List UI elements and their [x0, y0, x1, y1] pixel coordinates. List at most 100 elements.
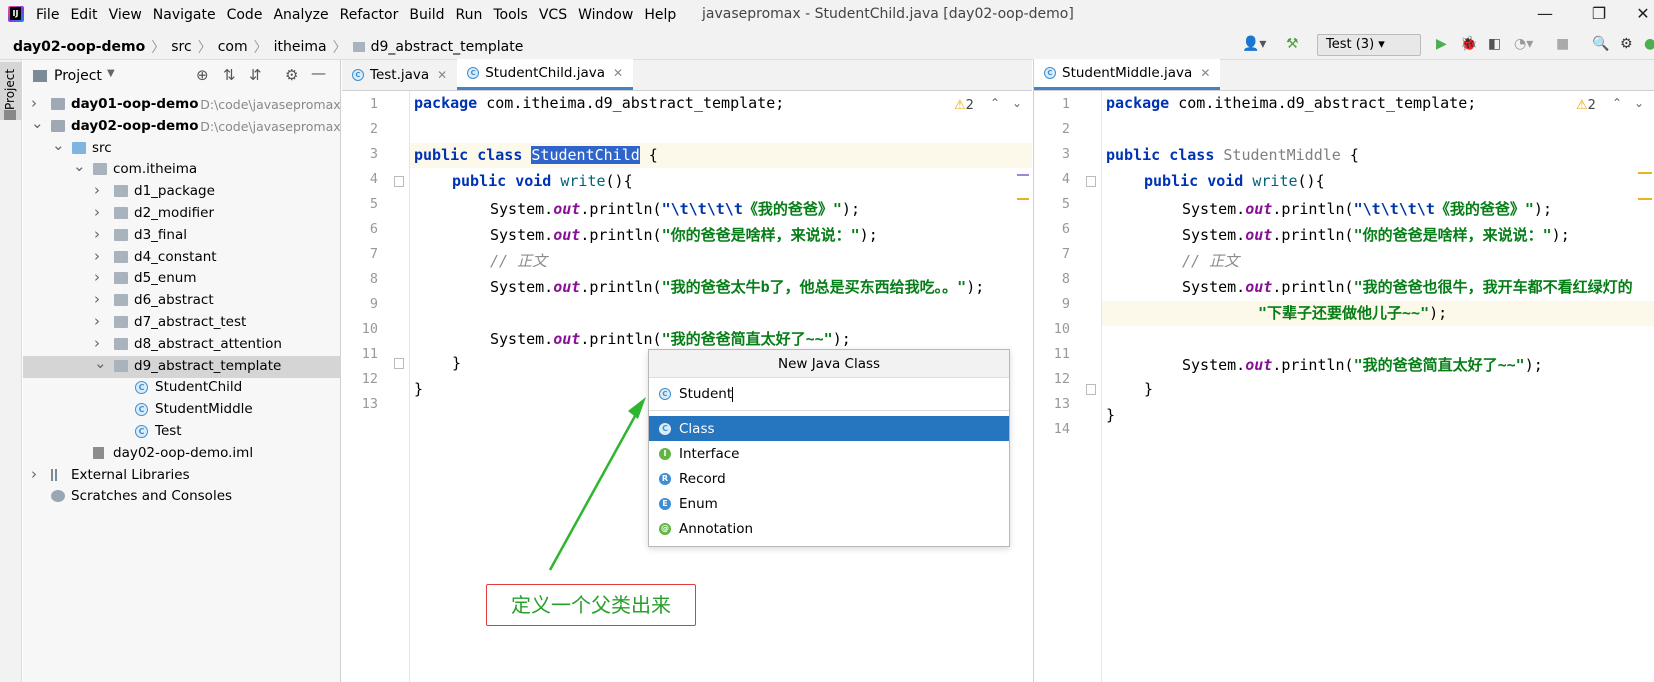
- close-tab-icon[interactable]: ✕: [437, 68, 447, 82]
- build-hammer-icon[interactable]: ⚒: [1286, 36, 1299, 52]
- update-icon[interactable]: ●: [1644, 36, 1654, 52]
- class-name-input[interactable]: C Student: [649, 378, 1009, 411]
- debug-icon[interactable]: 🐞: [1460, 36, 1477, 52]
- chevron-right-icon[interactable]: ›: [31, 465, 37, 483]
- tree-item[interactable]: › d1_package: [23, 181, 341, 203]
- menu-file[interactable]: File: [36, 7, 59, 23]
- chevron-down-icon[interactable]: ⌄: [52, 138, 65, 154]
- expand-all-icon[interactable]: ⇅: [223, 66, 236, 84]
- chevron-down-icon[interactable]: ⌄: [31, 116, 44, 132]
- stop-icon[interactable]: ■: [1556, 36, 1569, 52]
- menu-analyze[interactable]: Analyze: [273, 7, 328, 23]
- tab-studentmiddle-java[interactable]: C StudentMiddle.java ✕: [1034, 59, 1221, 90]
- locate-icon[interactable]: ⊕: [196, 66, 209, 84]
- code-line-12[interactable]: }: [414, 380, 423, 398]
- chevron-right-icon[interactable]: ›: [94, 225, 100, 243]
- close-tab-icon[interactable]: ✕: [1200, 66, 1210, 80]
- warning-indicator[interactable]: ⚠2: [954, 98, 974, 113]
- tree-item[interactable]: C Test: [23, 421, 341, 443]
- chevron-right-icon[interactable]: ›: [94, 334, 100, 352]
- tree-item[interactable]: › day01-oop-demo D:\code\javasepromax\: [23, 94, 341, 116]
- profile-icon[interactable]: ◔▾: [1514, 36, 1533, 52]
- warning-indicator[interactable]: ⚠2: [1576, 98, 1596, 113]
- run-icon[interactable]: ▶: [1436, 36, 1447, 52]
- tree-item[interactable]: › d3_final: [23, 225, 341, 247]
- menu-edit[interactable]: Edit: [70, 7, 97, 23]
- chevron-down-icon[interactable]: ⌄: [1634, 96, 1644, 110]
- fold-icon[interactable]: [394, 358, 404, 369]
- tab-studentchild-java[interactable]: C StudentChild.java ✕: [457, 59, 634, 90]
- tree-item[interactable]: › External Libraries: [23, 465, 341, 487]
- tree-item[interactable]: › d2_modifier: [23, 203, 341, 225]
- menu-navigate[interactable]: Navigate: [153, 7, 216, 23]
- code-line-9[interactable]: "下辈子还要做他儿子~~");: [1258, 302, 1447, 323]
- code-line-1[interactable]: package com.itheima.d9_abstract_template…: [414, 94, 784, 112]
- collapse-all-icon[interactable]: ⇵: [249, 66, 262, 84]
- maximize-icon[interactable]: ❐: [1588, 4, 1610, 23]
- code-line-8[interactable]: System.out.println("我的爸爸太牛b了，他总是买东西给我吃。。…: [490, 276, 984, 297]
- menu-tools[interactable]: Tools: [493, 7, 528, 23]
- kind-item-class[interactable]: C Class: [649, 416, 1009, 441]
- breadcrumb-src[interactable]: src: [171, 39, 191, 55]
- fold-icon[interactable]: [1086, 176, 1096, 187]
- menu-vcs[interactable]: VCS: [539, 7, 567, 23]
- code-line-3[interactable]: public class StudentMiddle {: [1106, 146, 1359, 164]
- breadcrumb-package[interactable]: d9_abstract_template: [371, 39, 524, 55]
- chevron-down-icon[interactable]: ⌄: [1012, 96, 1022, 110]
- breadcrumb-com[interactable]: com: [218, 39, 248, 55]
- tree-item[interactable]: ⌄ day02-oop-demo D:\code\javasepromax\: [23, 116, 341, 138]
- project-view-label[interactable]: Project: [54, 68, 102, 84]
- chevron-right-icon[interactable]: ›: [94, 247, 100, 265]
- tree-item[interactable]: day02-oop-demo.iml: [23, 443, 341, 465]
- gear-icon[interactable]: ⚙: [285, 66, 298, 84]
- chevron-down-icon[interactable]: ⌄: [94, 356, 107, 372]
- run-configuration-select[interactable]: Test (3) ▾: [1317, 34, 1421, 56]
- coverage-icon[interactable]: ◧: [1488, 36, 1501, 52]
- chevron-up-icon[interactable]: ⌃: [1612, 96, 1622, 110]
- tree-item[interactable]: › d6_abstract: [23, 290, 341, 312]
- code-line-6[interactable]: System.out.println("你的爸爸是啥样，来说说：");: [490, 224, 878, 245]
- tree-item[interactable]: ⌄ src: [23, 138, 341, 160]
- breadcrumb-itheima[interactable]: itheima: [274, 39, 327, 55]
- tree-item[interactable]: › d4_constant: [23, 247, 341, 269]
- fold-icon[interactable]: [394, 176, 404, 187]
- menu-build[interactable]: Build: [409, 7, 444, 23]
- code-line-12[interactable]: }: [1144, 380, 1153, 398]
- kind-item-annotation[interactable]: @ Annotation: [649, 516, 1009, 541]
- code-line-8[interactable]: System.out.println("我的爸爸也很牛，我开车都不看红绿灯的: [1182, 276, 1633, 297]
- kind-item-interface[interactable]: I Interface: [649, 441, 1009, 466]
- close-icon[interactable]: ✕: [1632, 4, 1654, 23]
- code-line-1[interactable]: package com.itheima.d9_abstract_template…: [1106, 94, 1476, 112]
- tab-test-java[interactable]: C Test.java ✕: [342, 59, 457, 90]
- chevron-right-icon[interactable]: ›: [94, 181, 100, 199]
- chevron-right-icon[interactable]: ›: [94, 312, 100, 330]
- chevron-right-icon[interactable]: ›: [94, 203, 100, 221]
- close-tab-icon[interactable]: ✕: [613, 66, 623, 80]
- kind-item-enum[interactable]: E Enum: [649, 491, 1009, 516]
- breadcrumb-module[interactable]: day02-oop-demo: [13, 39, 145, 55]
- tree-item[interactable]: Scratches and Consoles: [23, 486, 341, 508]
- code-line-4[interactable]: public void write(){: [1144, 172, 1325, 190]
- code-line-11[interactable]: }: [452, 354, 461, 372]
- code-line-10[interactable]: System.out.println("我的爸爸简直太好了~~");: [490, 328, 851, 349]
- tree-item[interactable]: › d7_abstract_test: [23, 312, 341, 334]
- tree-item[interactable]: C StudentMiddle: [23, 399, 341, 421]
- menu-view[interactable]: View: [109, 7, 142, 23]
- chevron-down-icon[interactable]: ▼: [107, 68, 115, 79]
- chevron-right-icon[interactable]: ›: [31, 94, 37, 112]
- tree-item[interactable]: ⌄ d9_abstract_template: [23, 355, 341, 378]
- code-line-5[interactable]: System.out.println("\t\t\t\t《我的爸爸》");: [490, 198, 860, 219]
- fold-icon[interactable]: [1086, 384, 1096, 395]
- hide-panel-icon[interactable]: —: [311, 64, 326, 82]
- minimize-icon[interactable]: —: [1534, 4, 1556, 23]
- code-line-11[interactable]: System.out.println("我的爸爸简直太好了~~");: [1182, 354, 1543, 375]
- chevron-right-icon[interactable]: ›: [94, 268, 100, 286]
- menu-refactor[interactable]: Refactor: [340, 7, 399, 23]
- menu-window[interactable]: Window: [578, 7, 633, 23]
- settings-icon[interactable]: ⚙: [1620, 36, 1633, 52]
- menu-code[interactable]: Code: [227, 7, 263, 23]
- code-line-4[interactable]: public void write(){: [452, 172, 633, 190]
- user-icon[interactable]: 👤▾: [1242, 36, 1266, 52]
- code-line-13[interactable]: }: [1106, 406, 1115, 424]
- chevron-down-icon[interactable]: ⌄: [73, 159, 86, 175]
